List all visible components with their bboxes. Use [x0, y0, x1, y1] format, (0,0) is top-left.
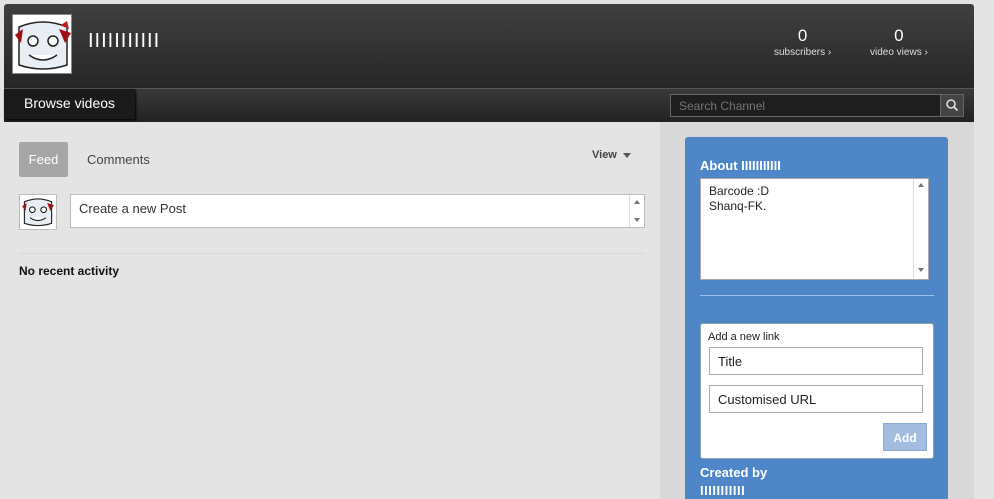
browse-videos-button[interactable]: Browse videos: [4, 89, 135, 119]
about-title: About IIIIIIIIIII: [700, 158, 781, 173]
subscribers-stat[interactable]: 0 subscribers ›: [774, 26, 831, 58]
new-post-input[interactable]: Create a new Post: [70, 194, 645, 228]
scroll-up-icon: [634, 200, 640, 204]
channel-navbar: Browse videos: [4, 88, 974, 122]
about-panel: About IIIIIIIIIII Barcode :D Shanq-FK. A…: [685, 137, 948, 499]
new-post-placeholder: Create a new Post: [79, 201, 186, 216]
no-activity-text: No recent activity: [19, 264, 120, 278]
about-line: Barcode :D: [709, 184, 770, 198]
link-title-placeholder: Title: [718, 354, 743, 369]
video-views-count: 0: [894, 26, 904, 45]
channel-avatar[interactable]: [12, 14, 72, 74]
sidebar: About IIIIIIIIIII Barcode :D Shanq-FK. A…: [660, 122, 974, 499]
add-link-button[interactable]: Add: [883, 423, 927, 451]
created-by-label: Created by: [700, 465, 768, 480]
channel-name: IIIIIIIIIII: [88, 30, 161, 52]
about-line: Shanq-FK.: [709, 199, 767, 213]
search-channel-input[interactable]: [670, 94, 941, 117]
add-link-label: Add a new link: [708, 331, 780, 343]
tab-feed[interactable]: Feed: [19, 142, 68, 177]
chevron-down-icon: [622, 152, 631, 158]
video-views-stat[interactable]: 0 video views ›: [870, 26, 928, 58]
scroll-down-icon: [918, 268, 924, 272]
about-textarea[interactable]: Barcode :D Shanq-FK.: [700, 178, 929, 280]
panel-divider: [700, 295, 934, 296]
view-dropdown[interactable]: View: [592, 149, 631, 161]
tab-comments[interactable]: Comments: [87, 152, 150, 167]
about-scrollbar[interactable]: [913, 179, 928, 279]
scroll-up-icon: [918, 183, 924, 187]
search-icon: [946, 99, 959, 112]
view-dropdown-label: View: [592, 149, 617, 161]
scroll-down-icon: [634, 218, 640, 222]
search-button[interactable]: [940, 94, 964, 117]
video-views-label: video views ›: [870, 47, 928, 58]
post-scrollbar[interactable]: [629, 195, 644, 227]
page-edge: [974, 0, 994, 499]
link-title-input[interactable]: Title: [709, 347, 923, 375]
add-link-form: Add a new link Title Customised URL Add: [700, 323, 934, 459]
created-by-name[interactable]: IIIIIIIIIII: [700, 483, 745, 498]
user-avatar: [19, 194, 57, 230]
divider: [19, 253, 645, 254]
link-url-input[interactable]: Customised URL: [709, 385, 923, 413]
subscribers-label: subscribers ›: [774, 47, 832, 58]
subscribers-count: 0: [797, 26, 808, 45]
channel-header: IIIIIIIIIII 0 subscribers › 0 video view…: [4, 4, 974, 88]
feed-panel: Feed Comments View Create a new Post No …: [4, 122, 660, 499]
link-url-placeholder: Customised URL: [718, 392, 817, 407]
